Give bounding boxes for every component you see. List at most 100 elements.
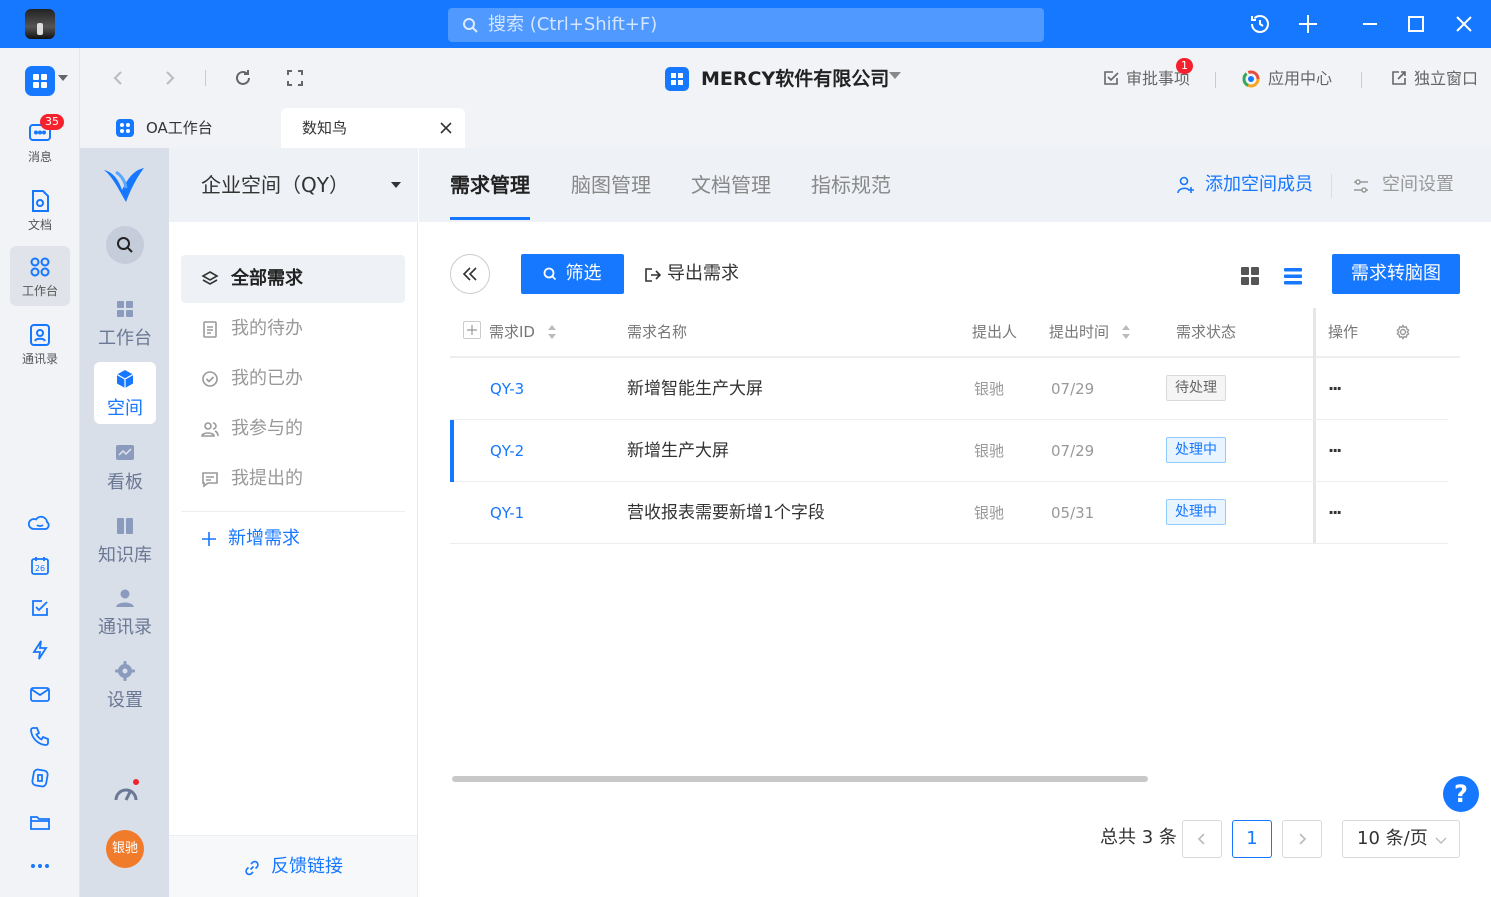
refresh-icon[interactable] bbox=[233, 68, 253, 88]
chevron-down-icon bbox=[889, 72, 901, 85]
requirement-id[interactable]: QY-2 bbox=[490, 420, 524, 482]
page-size-select[interactable]: 10 条/页 bbox=[1342, 820, 1460, 858]
sidebar-item-participated[interactable]: 我参与的 bbox=[181, 405, 405, 453]
nav-item-contacts[interactable]: 通讯录 bbox=[94, 581, 156, 643]
tab-oa-workbench[interactable]: OA工作台 bbox=[114, 108, 274, 148]
nav-item-workbench[interactable]: 工作台 bbox=[94, 292, 156, 354]
table-row[interactable]: QY-2 新增生产大屏 银驰 07/29 处理中 ··· bbox=[450, 420, 1448, 482]
caret-down-icon bbox=[391, 182, 401, 193]
chevron-down-icon[interactable] bbox=[58, 75, 68, 86]
requirement-name[interactable]: 新增生产大屏 bbox=[627, 420, 729, 482]
sort-icon[interactable] bbox=[1121, 324, 1131, 340]
add-requirement-button[interactable]: 新增需求 bbox=[201, 524, 300, 554]
column-header-time[interactable]: 提出时间 bbox=[1049, 322, 1130, 342]
nav-item-settings[interactable]: 设置 bbox=[94, 654, 156, 716]
phone-icon[interactable] bbox=[28, 724, 52, 748]
table-row[interactable]: QY-3 新增智能生产大屏 银驰 07/29 待处理 ··· bbox=[450, 358, 1448, 420]
close-icon[interactable] bbox=[1452, 12, 1476, 36]
feedback-link[interactable]: 反馈链接 bbox=[243, 852, 343, 882]
tab-documents[interactable]: 文档管理 bbox=[691, 148, 771, 222]
chevron-right-icon bbox=[1299, 833, 1307, 845]
forward-icon[interactable] bbox=[162, 70, 178, 86]
gear-icon bbox=[115, 661, 135, 681]
collapse-button[interactable] bbox=[450, 254, 490, 294]
search-icon bbox=[463, 18, 478, 33]
sort-icon[interactable] bbox=[547, 324, 557, 340]
maximize-icon[interactable] bbox=[1404, 12, 1428, 36]
space-selector[interactable]: 企业空间（QY） bbox=[169, 148, 418, 222]
column-header-id[interactable]: 需求ID bbox=[489, 322, 556, 342]
sidebar-item-my-done[interactable]: 我的已办 bbox=[181, 355, 405, 403]
filter-button[interactable]: 筛选 bbox=[521, 254, 624, 294]
app-switcher-button[interactable] bbox=[25, 66, 55, 96]
propose-time: 07/29 bbox=[1051, 442, 1095, 460]
sidebar-item-my-todo[interactable]: 我的待办 bbox=[181, 305, 405, 353]
nav-item-knowledge[interactable]: 知识库 bbox=[94, 509, 156, 571]
history-icon[interactable] bbox=[1248, 12, 1272, 36]
add-icon[interactable] bbox=[1296, 12, 1320, 36]
status-badge: 处理中 bbox=[1166, 437, 1226, 463]
requirement-name[interactable]: 营收报表需要新增1个字段 bbox=[627, 482, 825, 544]
more-icon[interactable] bbox=[28, 854, 52, 878]
help-button[interactable]: ? bbox=[1443, 776, 1479, 812]
requirement-name[interactable]: 新增智能生产大屏 bbox=[627, 358, 763, 420]
proposer: 银驰 bbox=[974, 442, 1005, 460]
link-icon bbox=[245, 860, 259, 876]
folder-icon[interactable] bbox=[28, 810, 52, 834]
main-content: 需求管理 脑图管理 文档管理 指标规范 添加空间成员 空间设置 筛选 导出需求 … bbox=[419, 148, 1491, 897]
add-member-button[interactable]: 添加空间成员 bbox=[1177, 148, 1313, 222]
cloud-icon[interactable] bbox=[28, 512, 52, 536]
row-actions-button[interactable]: ··· bbox=[1328, 358, 1342, 420]
close-icon[interactable] bbox=[440, 122, 452, 134]
tab-mindmap[interactable]: 脑图管理 bbox=[571, 148, 651, 222]
cube-icon bbox=[116, 370, 134, 388]
back-icon[interactable] bbox=[110, 70, 126, 86]
dingpan-icon[interactable] bbox=[28, 766, 52, 790]
module-search-button[interactable] bbox=[106, 226, 144, 264]
dashboard-icon bbox=[117, 301, 133, 317]
task-icon[interactable] bbox=[28, 596, 52, 620]
export-button[interactable]: 导出需求 bbox=[643, 254, 739, 294]
space-settings-button[interactable]: 空间设置 bbox=[1352, 148, 1454, 222]
fullscreen-icon[interactable] bbox=[286, 69, 304, 87]
page-number-button[interactable]: 1 bbox=[1232, 820, 1272, 858]
sidebar-item-messages[interactable]: 消息 35 bbox=[10, 112, 70, 172]
horizontal-scrollbar[interactable] bbox=[452, 776, 1148, 782]
propose-time: 07/29 bbox=[1051, 380, 1095, 398]
notification-icon[interactable] bbox=[112, 778, 140, 804]
calendar-icon[interactable]: 26 bbox=[28, 554, 52, 578]
search-icon bbox=[543, 267, 557, 281]
tab-requirements[interactable]: 需求管理 bbox=[450, 148, 530, 222]
sidebar-item-workbench[interactable]: 工作台 bbox=[10, 246, 70, 306]
sidebar-item-docs[interactable]: 文档 bbox=[10, 180, 70, 240]
global-search-input[interactable]: 搜索 (Ctrl+Shift+F) bbox=[448, 8, 1044, 42]
export-icon bbox=[645, 268, 661, 282]
gear-icon[interactable] bbox=[1395, 324, 1411, 340]
sidebar-item-proposed[interactable]: 我提出的 bbox=[181, 455, 405, 503]
nav-item-space[interactable]: 空间 bbox=[94, 362, 156, 424]
mail-icon[interactable] bbox=[28, 682, 52, 706]
tab-metrics[interactable]: 指标规范 bbox=[811, 148, 891, 222]
requirement-id[interactable]: QY-3 bbox=[490, 358, 524, 420]
next-page-button[interactable] bbox=[1282, 820, 1322, 858]
comment-icon bbox=[202, 472, 218, 488]
grid-view-icon[interactable] bbox=[1240, 266, 1260, 286]
message-badge: 35 bbox=[40, 114, 64, 130]
row-actions-button[interactable]: ··· bbox=[1328, 482, 1342, 544]
table-row[interactable]: QY-1 营收报表需要新增1个字段 银驰 05/31 处理中 ··· bbox=[450, 482, 1448, 544]
space-sidebar: 企业空间（QY） 全部需求 我的待办 我的已办 我参与的 我提出的 新增需求 反… bbox=[169, 148, 418, 897]
approval-badge: 1 bbox=[1176, 58, 1193, 74]
lightning-icon[interactable] bbox=[28, 638, 52, 662]
minimize-icon[interactable] bbox=[1358, 12, 1382, 36]
to-mindmap-button[interactable]: 需求转脑图 bbox=[1332, 254, 1460, 294]
tab-shuzhiniao[interactable]: 数知鸟 bbox=[281, 108, 465, 148]
prev-page-button[interactable] bbox=[1182, 820, 1222, 858]
row-actions-button[interactable]: ··· bbox=[1328, 420, 1342, 482]
list-view-icon[interactable] bbox=[1283, 266, 1303, 286]
sidebar-item-all-requirements[interactable]: 全部需求 bbox=[181, 255, 405, 303]
expand-all-checkbox[interactable] bbox=[463, 321, 481, 339]
nav-item-board[interactable]: 看板 bbox=[94, 436, 156, 498]
avatar[interactable]: 银驰 bbox=[106, 830, 144, 868]
requirement-id[interactable]: QY-1 bbox=[490, 482, 524, 544]
sidebar-item-contacts[interactable]: 通讯录 bbox=[10, 314, 70, 374]
